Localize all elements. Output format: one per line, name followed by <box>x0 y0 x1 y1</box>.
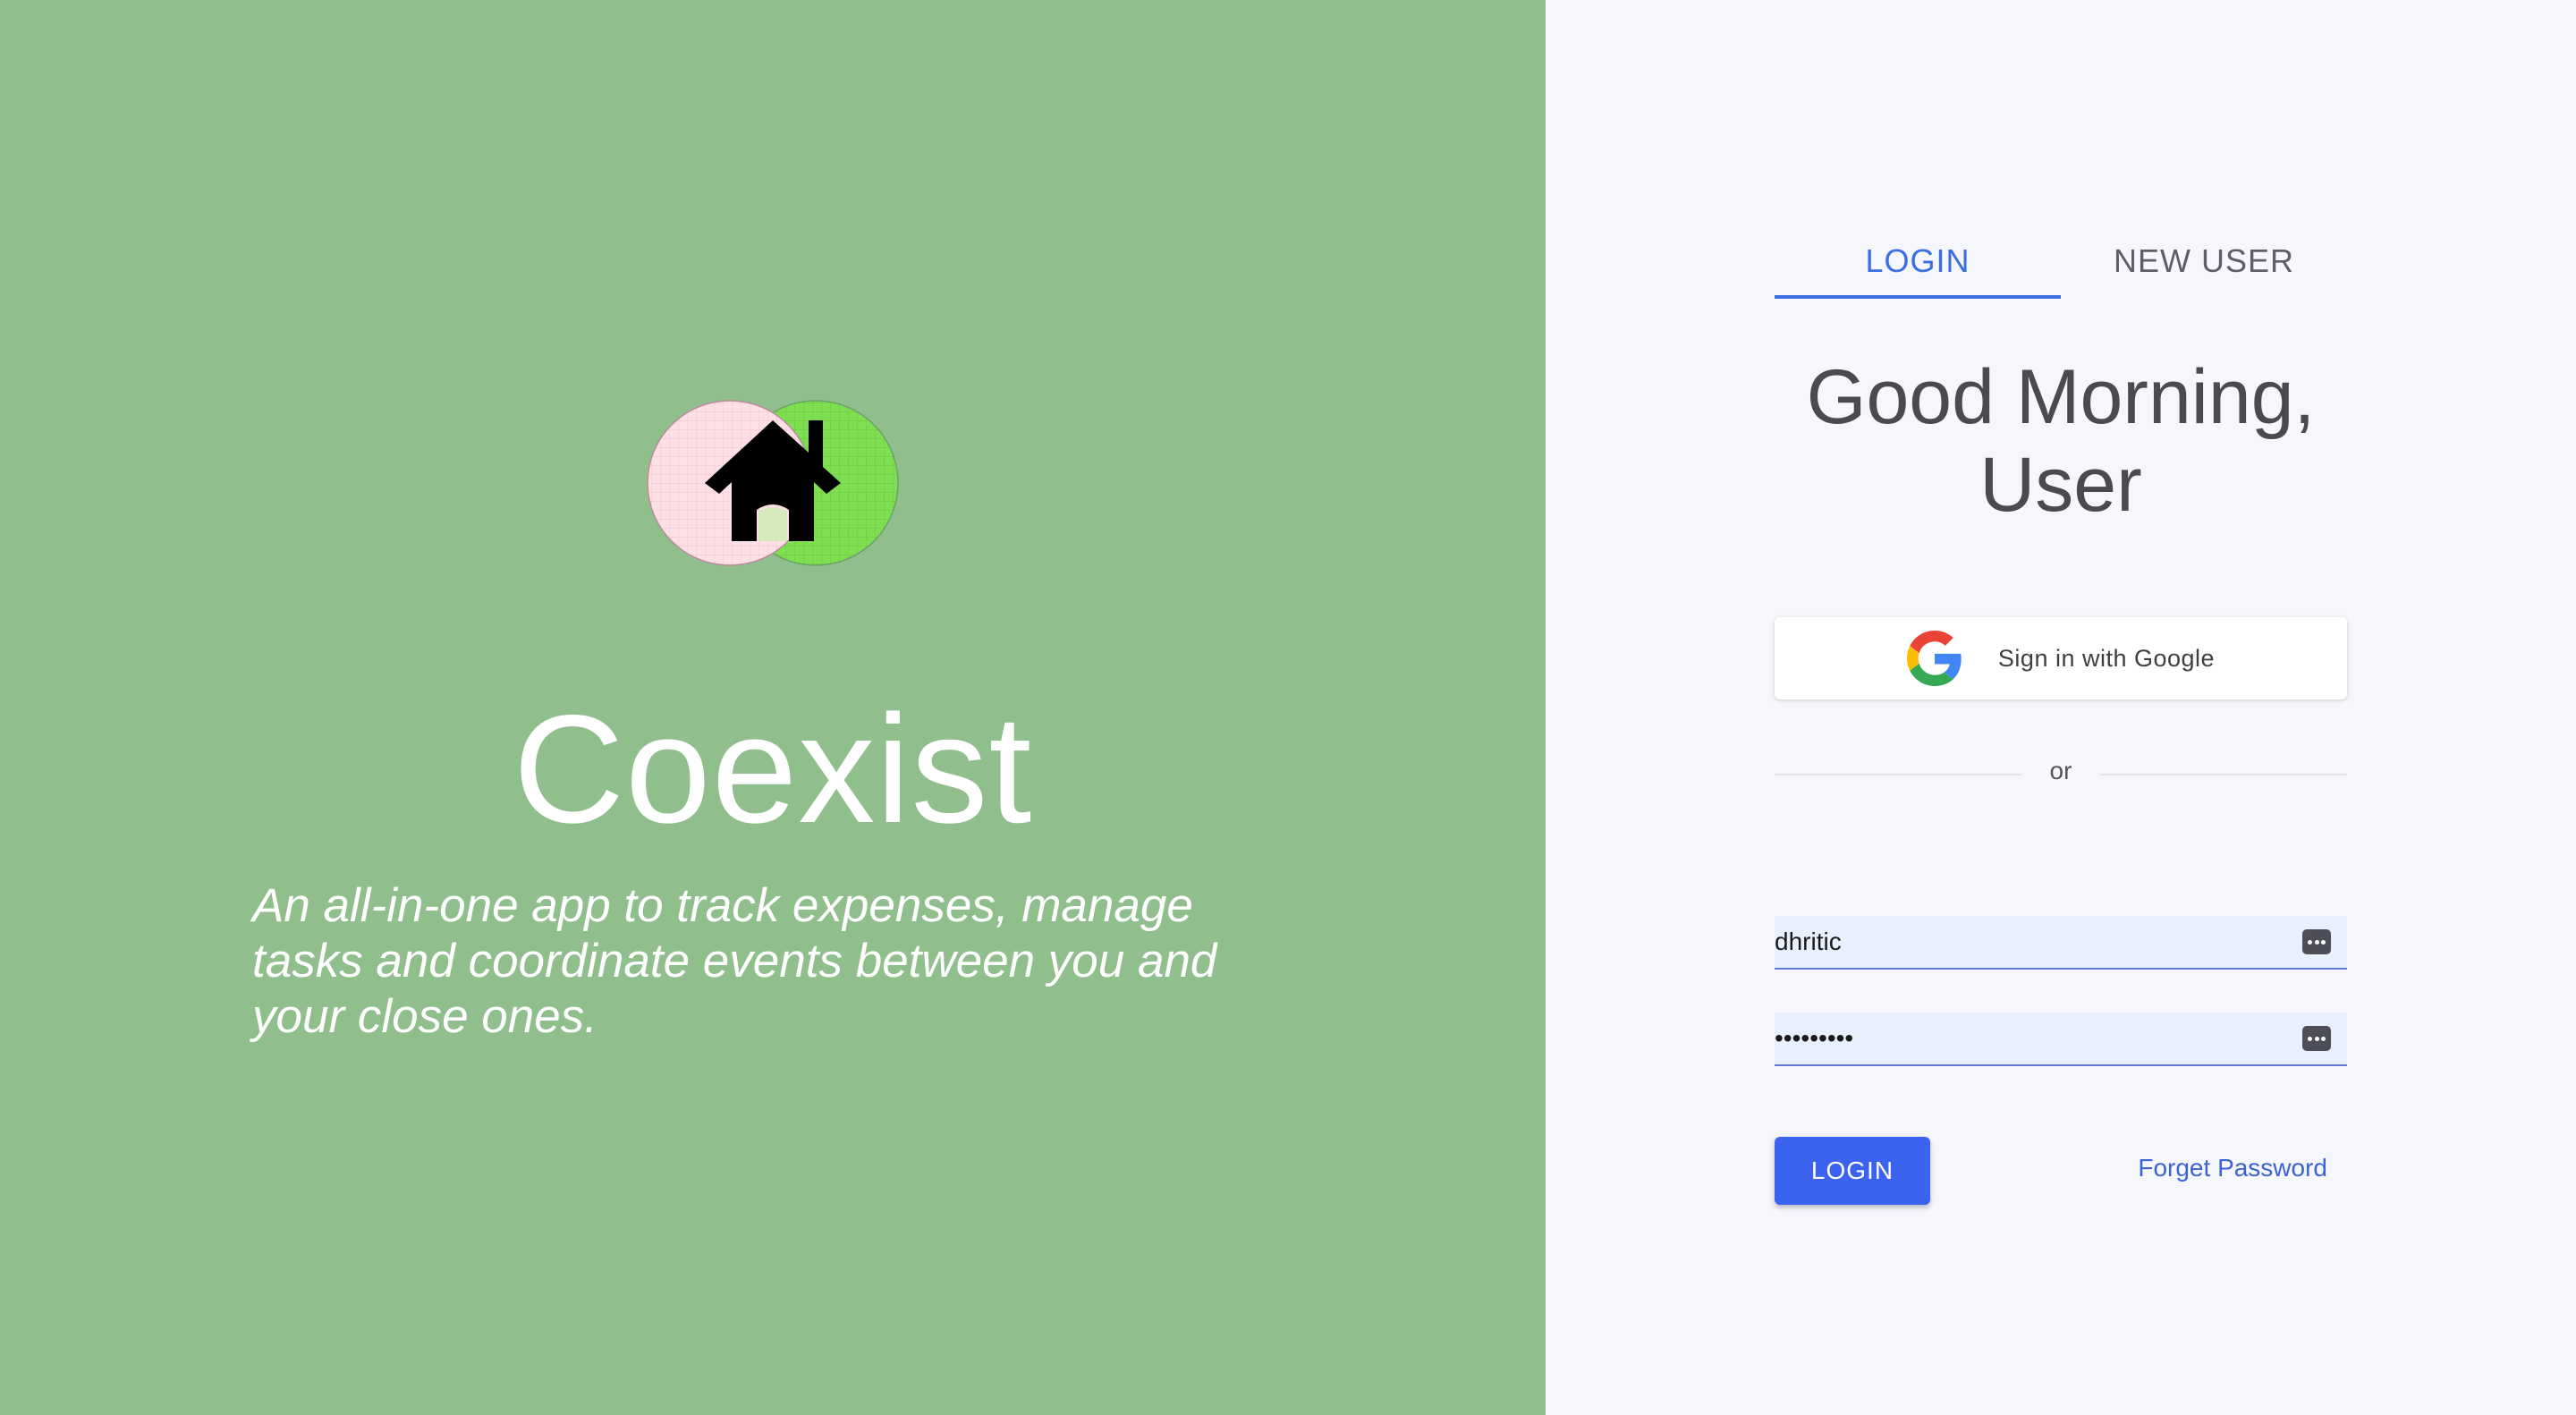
auth-tabs: LOGIN NEW USER <box>1775 224 2347 299</box>
greeting-line-1: Good Morning, <box>1806 354 2316 440</box>
app-tagline: An all-in-one app to track expenses, man… <box>252 879 1217 1043</box>
greeting-heading: Good Morning, User <box>1775 353 2347 529</box>
app-title: Coexist <box>513 683 1033 855</box>
password-manager-icon[interactable] <box>2302 929 2331 954</box>
active-tab-indicator <box>1775 295 2061 299</box>
auth-panel <box>1546 0 2576 1415</box>
forgot-password-link[interactable]: Forget Password <box>2111 1154 2347 1182</box>
google-signin-button[interactable]: Sign in with Google <box>1775 617 2347 699</box>
tab-new-user[interactable]: NEW USER <box>2061 224 2347 299</box>
tab-login[interactable]: LOGIN <box>1775 224 2061 299</box>
username-field <box>1775 916 2347 970</box>
divider-or: or <box>2049 757 2072 784</box>
divider-line-right <box>2100 774 2347 775</box>
app-logo <box>647 400 899 566</box>
username-input[interactable] <box>1775 916 2284 968</box>
password-input[interactable] <box>1775 1013 2284 1064</box>
google-icon <box>1906 631 1962 686</box>
greeting-line-2: User <box>1979 442 2142 528</box>
password-manager-icon[interactable] <box>2302 1026 2331 1051</box>
login-button[interactable]: LOGIN <box>1775 1137 1930 1205</box>
google-signin-label: Sign in with Google <box>1997 644 2216 672</box>
divider-line-left <box>1775 774 2021 775</box>
password-field <box>1775 1013 2347 1066</box>
